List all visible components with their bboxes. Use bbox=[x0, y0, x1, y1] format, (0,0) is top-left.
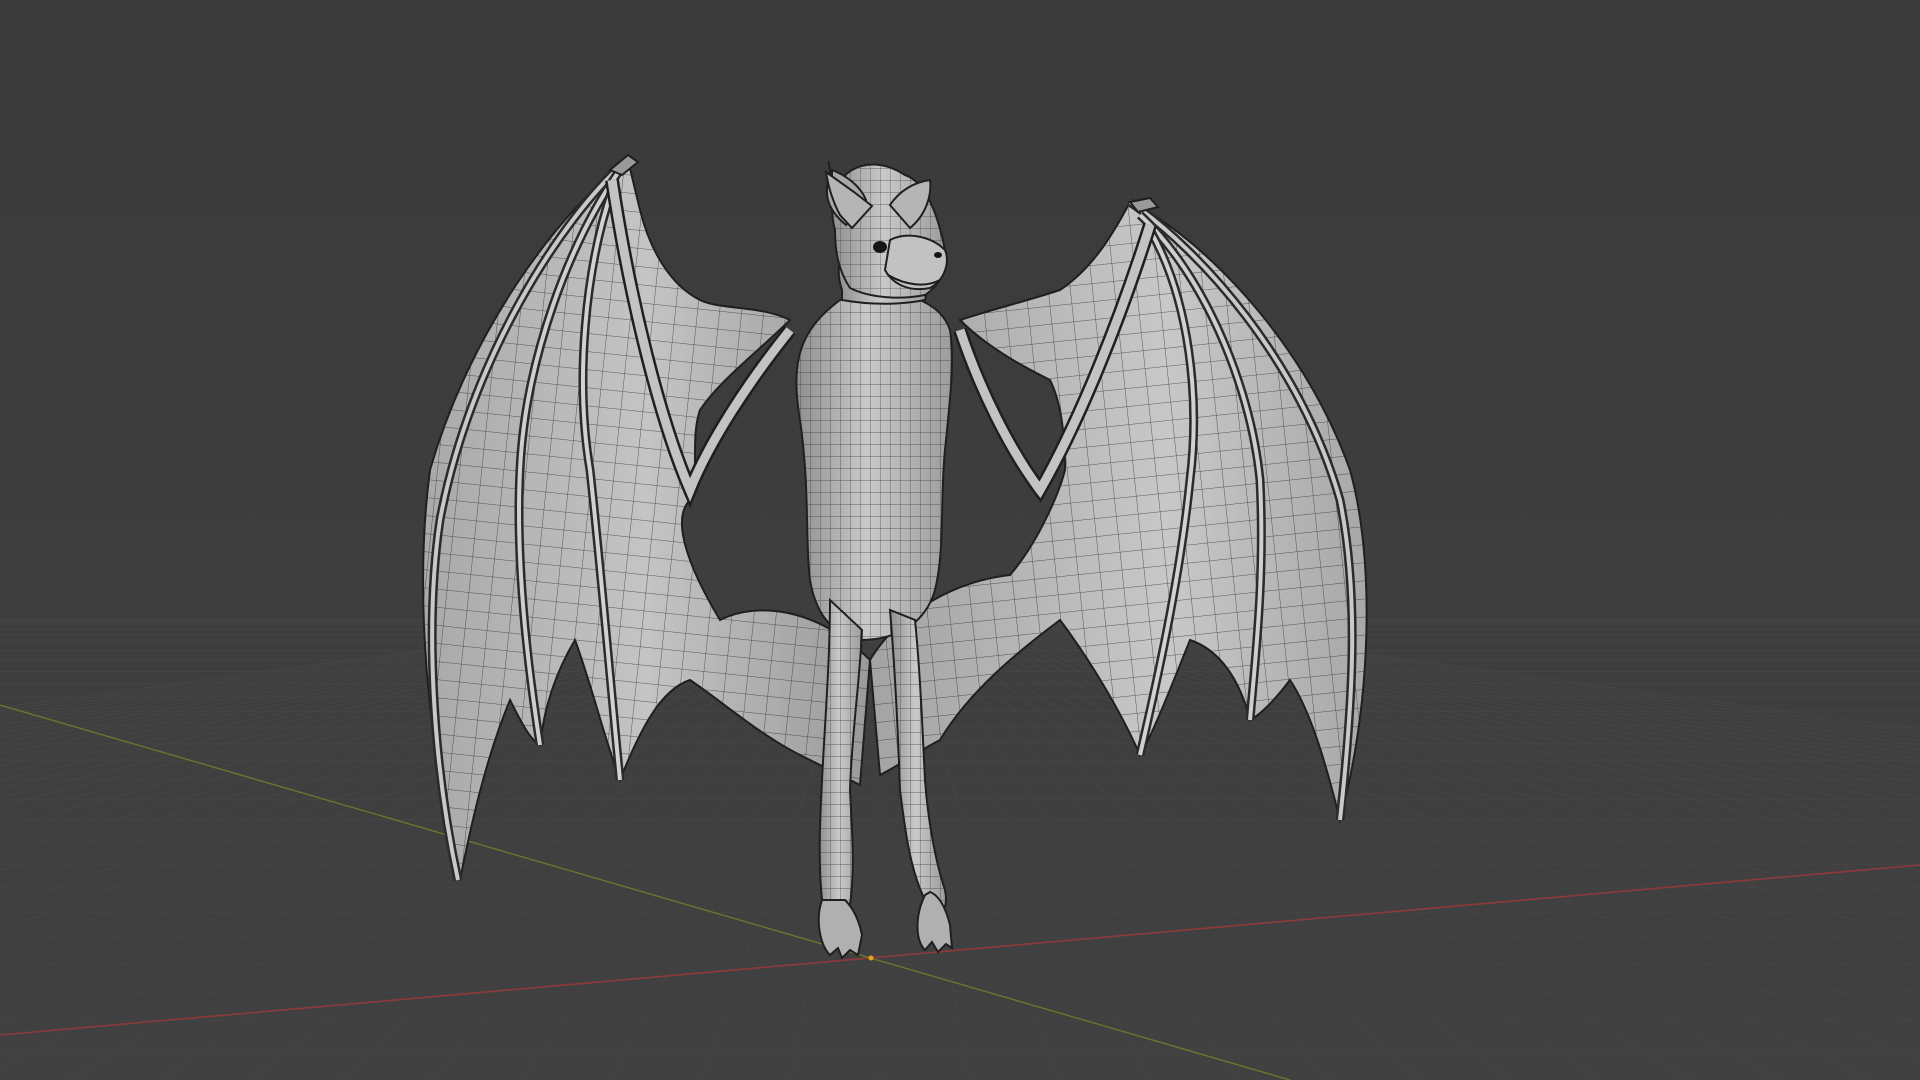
left-eye bbox=[873, 241, 887, 253]
torso-wireframe bbox=[796, 291, 953, 640]
viewport-background bbox=[0, 0, 1920, 1080]
3d-viewport[interactable] bbox=[0, 0, 1920, 1080]
nostril bbox=[934, 252, 942, 258]
origin-marker bbox=[868, 955, 874, 961]
viewport-canvas[interactable] bbox=[0, 0, 1920, 1080]
